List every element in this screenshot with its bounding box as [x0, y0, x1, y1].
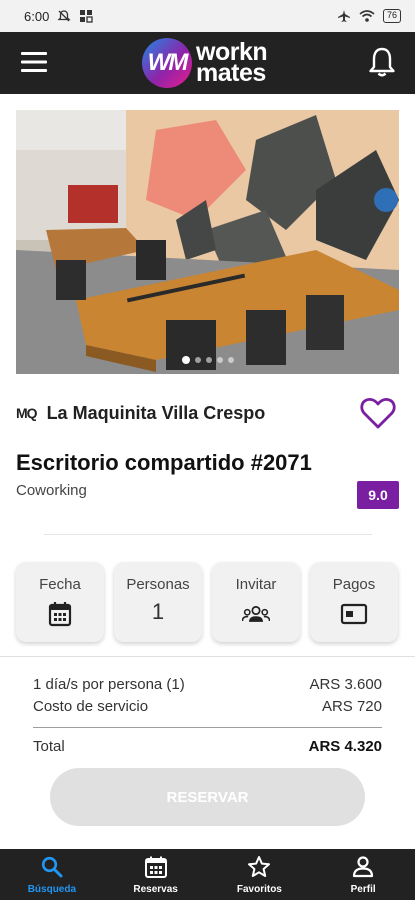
carousel-dot[interactable] — [205, 357, 212, 363]
calendar-icon — [46, 600, 74, 628]
logo-text: workn mates — [196, 40, 268, 87]
venue-row: MQ La Maquinita Villa Crespo — [16, 396, 399, 430]
hamburger-menu-icon — [21, 52, 47, 72]
payment-card-icon — [340, 600, 368, 628]
venue-photo-carousel[interactable] — [16, 110, 399, 374]
price-row-per-person: 1 día/s por persona (1) ARS 3.600 — [33, 676, 382, 693]
app-notification-icon — [80, 10, 93, 23]
payments-card[interactable]: Pagos — [310, 562, 398, 642]
pricing-divider — [0, 656, 415, 657]
price-label: Costo de servicio — [33, 698, 149, 715]
favorite-button[interactable] — [359, 396, 397, 430]
price-label: 1 día/s por persona (1) — [33, 676, 185, 693]
app-bar: WM workn mates — [0, 32, 415, 94]
carousel-dot[interactable] — [216, 357, 223, 363]
section-divider — [44, 534, 372, 535]
persons-card[interactable]: Personas 1 — [114, 562, 202, 642]
invite-card[interactable]: Invitar — [212, 562, 300, 642]
nav-item-favorites[interactable]: Favoritos — [208, 849, 312, 900]
total-separator — [33, 727, 382, 728]
nav-label-profile: Perfil — [350, 884, 376, 895]
search-icon — [41, 856, 63, 878]
app-logo: WM workn mates — [142, 37, 268, 89]
nav-item-profile[interactable]: Perfil — [311, 849, 415, 900]
bottom-navigation: Búsqueda Reservas Favoritos Perfil — [0, 849, 415, 900]
nav-item-search[interactable]: Búsqueda — [0, 849, 104, 900]
nav-label-search: Búsqueda — [27, 884, 77, 895]
total-label: Total — [33, 738, 65, 755]
mute-icon — [57, 10, 71, 22]
carousel-dot[interactable] — [227, 357, 234, 363]
payments-label: Pagos — [332, 576, 376, 593]
notifications-button[interactable] — [367, 46, 397, 78]
status-time: 6:00 — [24, 8, 50, 24]
carousel-dot[interactable] — [194, 357, 201, 363]
price-row-service: Costo de servicio ARS 720 — [33, 698, 382, 715]
booking-options: Fecha Personas 1 Invitar Pagos — [16, 562, 401, 642]
airplane-mode-icon — [337, 10, 350, 22]
calendar-icon — [144, 856, 167, 878]
carousel-dot[interactable] — [181, 356, 190, 364]
star-icon — [248, 856, 271, 877]
wifi-icon — [359, 10, 375, 22]
nav-item-bookings[interactable]: Reservas — [104, 849, 208, 900]
price-value: ARS 3.600 — [309, 676, 382, 693]
price-value: ARS 720 — [321, 698, 382, 715]
venue-name[interactable]: La Maquinita Villa Crespo — [47, 403, 266, 424]
nav-label-favorites: Favoritos — [236, 884, 282, 895]
total-value: ARS 4.320 — [308, 738, 382, 755]
logo-text-line2: mates — [196, 59, 266, 87]
logo-mark: WM — [142, 38, 192, 88]
status-bar: 6:00 76 — [0, 0, 415, 32]
price-row-total: Total ARS 4.320 — [33, 738, 382, 755]
persons-value: 1 — [151, 599, 165, 624]
venue-logo: MQ — [16, 405, 38, 421]
persons-label: Personas — [126, 576, 190, 593]
carousel-indicator — [16, 356, 399, 364]
coworking-photo — [16, 110, 399, 374]
listing-category: Coworking — [16, 482, 87, 499]
group-icon — [242, 600, 270, 628]
invite-label: Invitar — [235, 576, 277, 593]
date-label: Fecha — [39, 576, 81, 593]
bell-icon — [369, 47, 395, 77]
menu-button[interactable] — [20, 49, 48, 75]
person-icon — [353, 856, 374, 878]
heart-outline-icon — [360, 398, 396, 429]
rating-badge: 9.0 — [357, 481, 399, 509]
listing-title: Escritorio compartido #2071 — [16, 450, 312, 475]
nav-label-bookings: Reservas — [133, 884, 178, 895]
reserve-button[interactable]: RESERVAR — [50, 768, 365, 826]
battery-indicator: 76 — [382, 9, 401, 23]
date-card[interactable]: Fecha — [16, 562, 104, 642]
